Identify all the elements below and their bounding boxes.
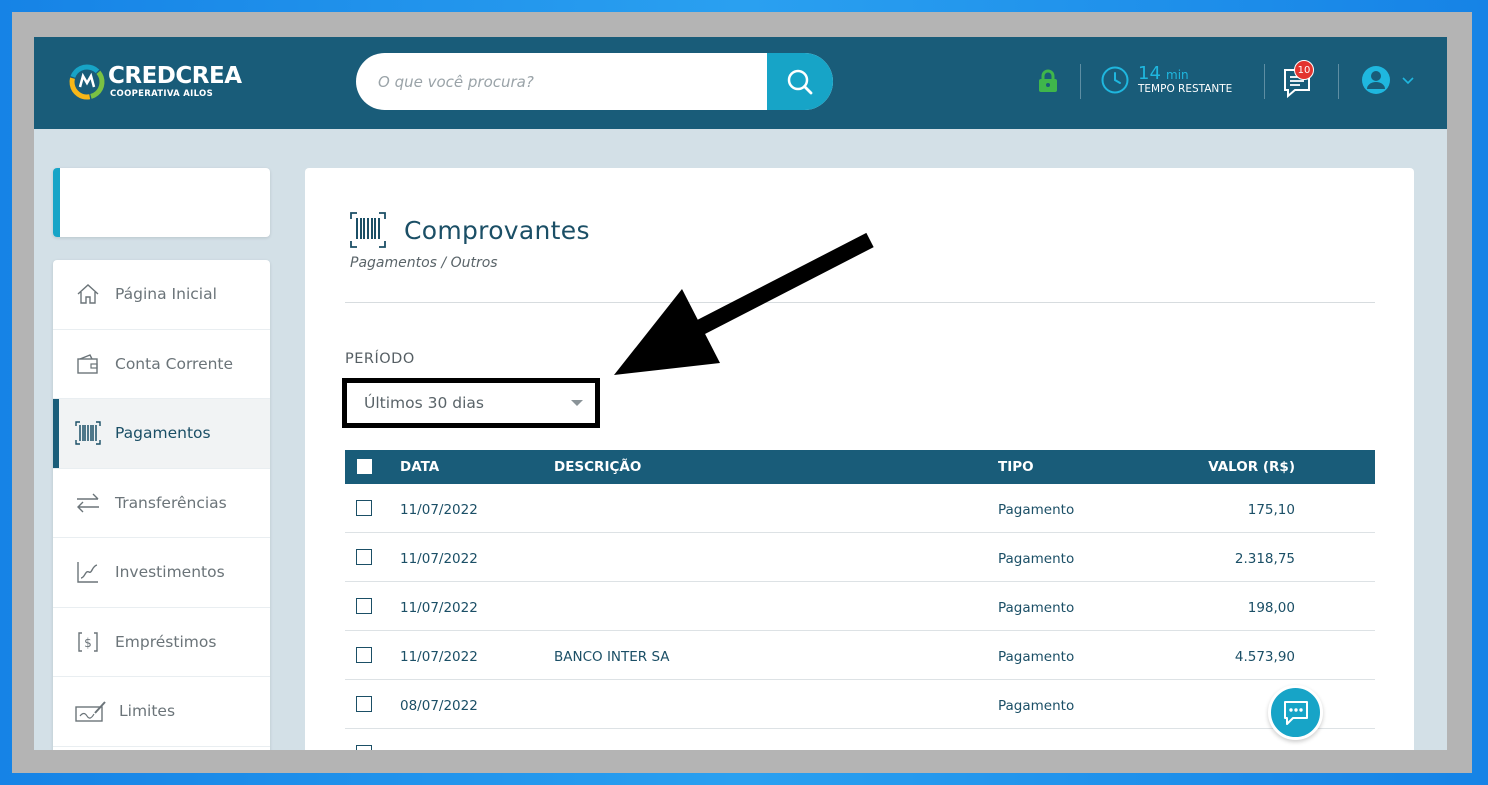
chevron-down-icon bbox=[1402, 77, 1414, 85]
cell-type: Pagamento bbox=[998, 698, 1075, 714]
header-divider bbox=[1080, 64, 1081, 99]
lock-icon bbox=[1039, 69, 1057, 92]
logo-subtitle: COOPERATIVA AILOS bbox=[110, 89, 213, 100]
row-checkbox[interactable] bbox=[356, 598, 372, 614]
page-title: Comprovantes bbox=[404, 215, 590, 245]
table-row[interactable]: 11/07/2022 Pagamento 175,10 bbox=[345, 484, 1375, 533]
security-lock-button[interactable] bbox=[1038, 69, 1058, 97]
row-checkbox[interactable] bbox=[356, 696, 372, 712]
sidebar-item-label: Pagamentos bbox=[115, 424, 211, 443]
svg-text:$: $ bbox=[84, 636, 92, 650]
period-label: PERÍODO bbox=[345, 351, 415, 367]
barcode-icon bbox=[350, 212, 386, 248]
table-row[interactable]: 11/07/2022 Pagamento 2.318,75 bbox=[345, 533, 1375, 582]
wallet-icon bbox=[75, 351, 101, 377]
credcrea-logo-icon bbox=[69, 64, 105, 100]
transfer-arrows-icon bbox=[75, 490, 101, 516]
timer-value: 14 bbox=[1138, 63, 1161, 85]
column-header-date[interactable]: DATA bbox=[400, 459, 439, 475]
table-row[interactable]: 08/07/2022 Pagamento 32 bbox=[345, 680, 1375, 729]
table-header: DATA DESCRIÇÃO TIPO VALOR (R$) bbox=[345, 450, 1375, 484]
sidebar-item-label: Transferências bbox=[115, 493, 227, 512]
avatar-icon bbox=[1362, 66, 1390, 94]
sidebar-item-pagamentos[interactable]: Pagamentos bbox=[53, 399, 270, 469]
app-window: CREDCREA COOPERATIVA AILOS O que você pr… bbox=[34, 37, 1447, 750]
row-checkbox[interactable] bbox=[356, 745, 372, 750]
column-header-description[interactable]: DESCRIÇÃO bbox=[554, 459, 641, 475]
sidebar-item-transferencias[interactable]: Transferências bbox=[53, 469, 270, 538]
column-header-type[interactable]: TIPO bbox=[998, 459, 1034, 475]
cell-value: 4.573,90 bbox=[1234, 649, 1295, 665]
messages-button[interactable]: 10 bbox=[1282, 60, 1318, 99]
cell-value: 175,10 bbox=[1247, 502, 1295, 518]
search-input[interactable] bbox=[356, 53, 767, 110]
sidebar-item-investimentos[interactable]: Investimentos bbox=[53, 538, 270, 608]
table-row[interactable]: 11/07/2022 Pagamento 198,00 bbox=[345, 582, 1375, 631]
cell-type: Pagamento bbox=[998, 502, 1075, 518]
top-header: CREDCREA COOPERATIVA AILOS O que você pr… bbox=[34, 37, 1447, 129]
cell-description: BANCO INTER SA bbox=[554, 649, 670, 665]
sidebar-item-limites[interactable]: Limites bbox=[53, 677, 270, 747]
logo-name: CREDCREA bbox=[108, 63, 242, 90]
sidebar-nav: Página Inicial Conta Corrente Pagamentos… bbox=[53, 260, 270, 750]
annotation-arrow bbox=[614, 232, 874, 375]
search-icon bbox=[787, 69, 813, 94]
barcode-icon bbox=[75, 420, 101, 446]
cell-date: 11/07/2022 bbox=[400, 502, 478, 518]
logo[interactable]: CREDCREA COOPERATIVA AILOS bbox=[68, 63, 242, 101]
chart-line-icon bbox=[75, 559, 101, 585]
row-checkbox[interactable] bbox=[356, 647, 372, 663]
search-button[interactable] bbox=[767, 53, 833, 110]
chat-button[interactable] bbox=[1268, 685, 1323, 740]
sidebar-item-label: Limites bbox=[119, 702, 176, 721]
caret-down-icon bbox=[571, 400, 583, 406]
loan-money-icon: $ bbox=[75, 629, 101, 655]
receipts-table: DATA DESCRIÇÃO TIPO VALOR (R$) 11/07/202… bbox=[345, 450, 1375, 750]
sidebar-item-label: Empréstimos bbox=[115, 632, 217, 651]
column-header-value[interactable]: VALOR (R$) bbox=[1208, 459, 1295, 475]
sidebar-item-emprestimos[interactable]: $ Empréstimos bbox=[53, 608, 270, 677]
clock-icon bbox=[1101, 66, 1129, 94]
breadcrumb: Pagamentos / Outros bbox=[350, 255, 498, 271]
sidebar-account-card bbox=[53, 168, 270, 237]
page-header: Comprovantes bbox=[350, 212, 590, 248]
period-selected-value: Últimos 30 dias bbox=[364, 394, 484, 412]
timer-label: TEMPO RESTANTE bbox=[1138, 83, 1233, 96]
cell-date: 11/07/2022 bbox=[400, 600, 478, 616]
header-divider bbox=[1264, 64, 1265, 99]
check-signature-icon bbox=[75, 698, 107, 724]
row-checkbox[interactable] bbox=[356, 500, 372, 516]
home-icon bbox=[75, 281, 101, 307]
sidebar-item-pagina-inicial[interactable]: Página Inicial bbox=[53, 260, 270, 330]
chat-bubble-icon bbox=[1283, 700, 1308, 725]
timer-unit: min bbox=[1166, 68, 1189, 83]
cell-date: 11/07/2022 bbox=[400, 551, 478, 567]
sidebar-item-conta-corrente[interactable]: Conta Corrente bbox=[53, 330, 270, 399]
cell-type: Pagamento bbox=[998, 551, 1075, 567]
header-divider bbox=[1338, 64, 1339, 99]
search-bar bbox=[356, 53, 833, 110]
cell-value: 2.318,75 bbox=[1234, 551, 1295, 567]
select-all-checkbox[interactable] bbox=[357, 459, 372, 474]
user-menu[interactable] bbox=[1361, 65, 1415, 95]
notification-badge: 10 bbox=[1294, 60, 1314, 80]
session-timer: 14 min TEMPO RESTANTE bbox=[1100, 65, 1232, 95]
cell-type: Pagamento bbox=[998, 600, 1075, 616]
cell-date: 11/07/2022 bbox=[400, 649, 478, 665]
cell-value: 198,00 bbox=[1247, 600, 1295, 616]
table-row[interactable]: 11/07/2022 BANCO INTER SA Pagamento 4.57… bbox=[345, 631, 1375, 680]
cell-type: Pagamento bbox=[998, 649, 1075, 665]
sidebar-item-label: Página Inicial bbox=[115, 285, 217, 304]
period-select[interactable]: Últimos 30 dias bbox=[342, 378, 600, 428]
cell-date: 08/07/2022 bbox=[400, 698, 478, 714]
row-checkbox[interactable] bbox=[356, 549, 372, 565]
sidebar-item-label: Investimentos bbox=[115, 563, 225, 582]
sidebar-item-label: Conta Corrente bbox=[115, 354, 234, 373]
table-row[interactable] bbox=[345, 729, 1375, 750]
